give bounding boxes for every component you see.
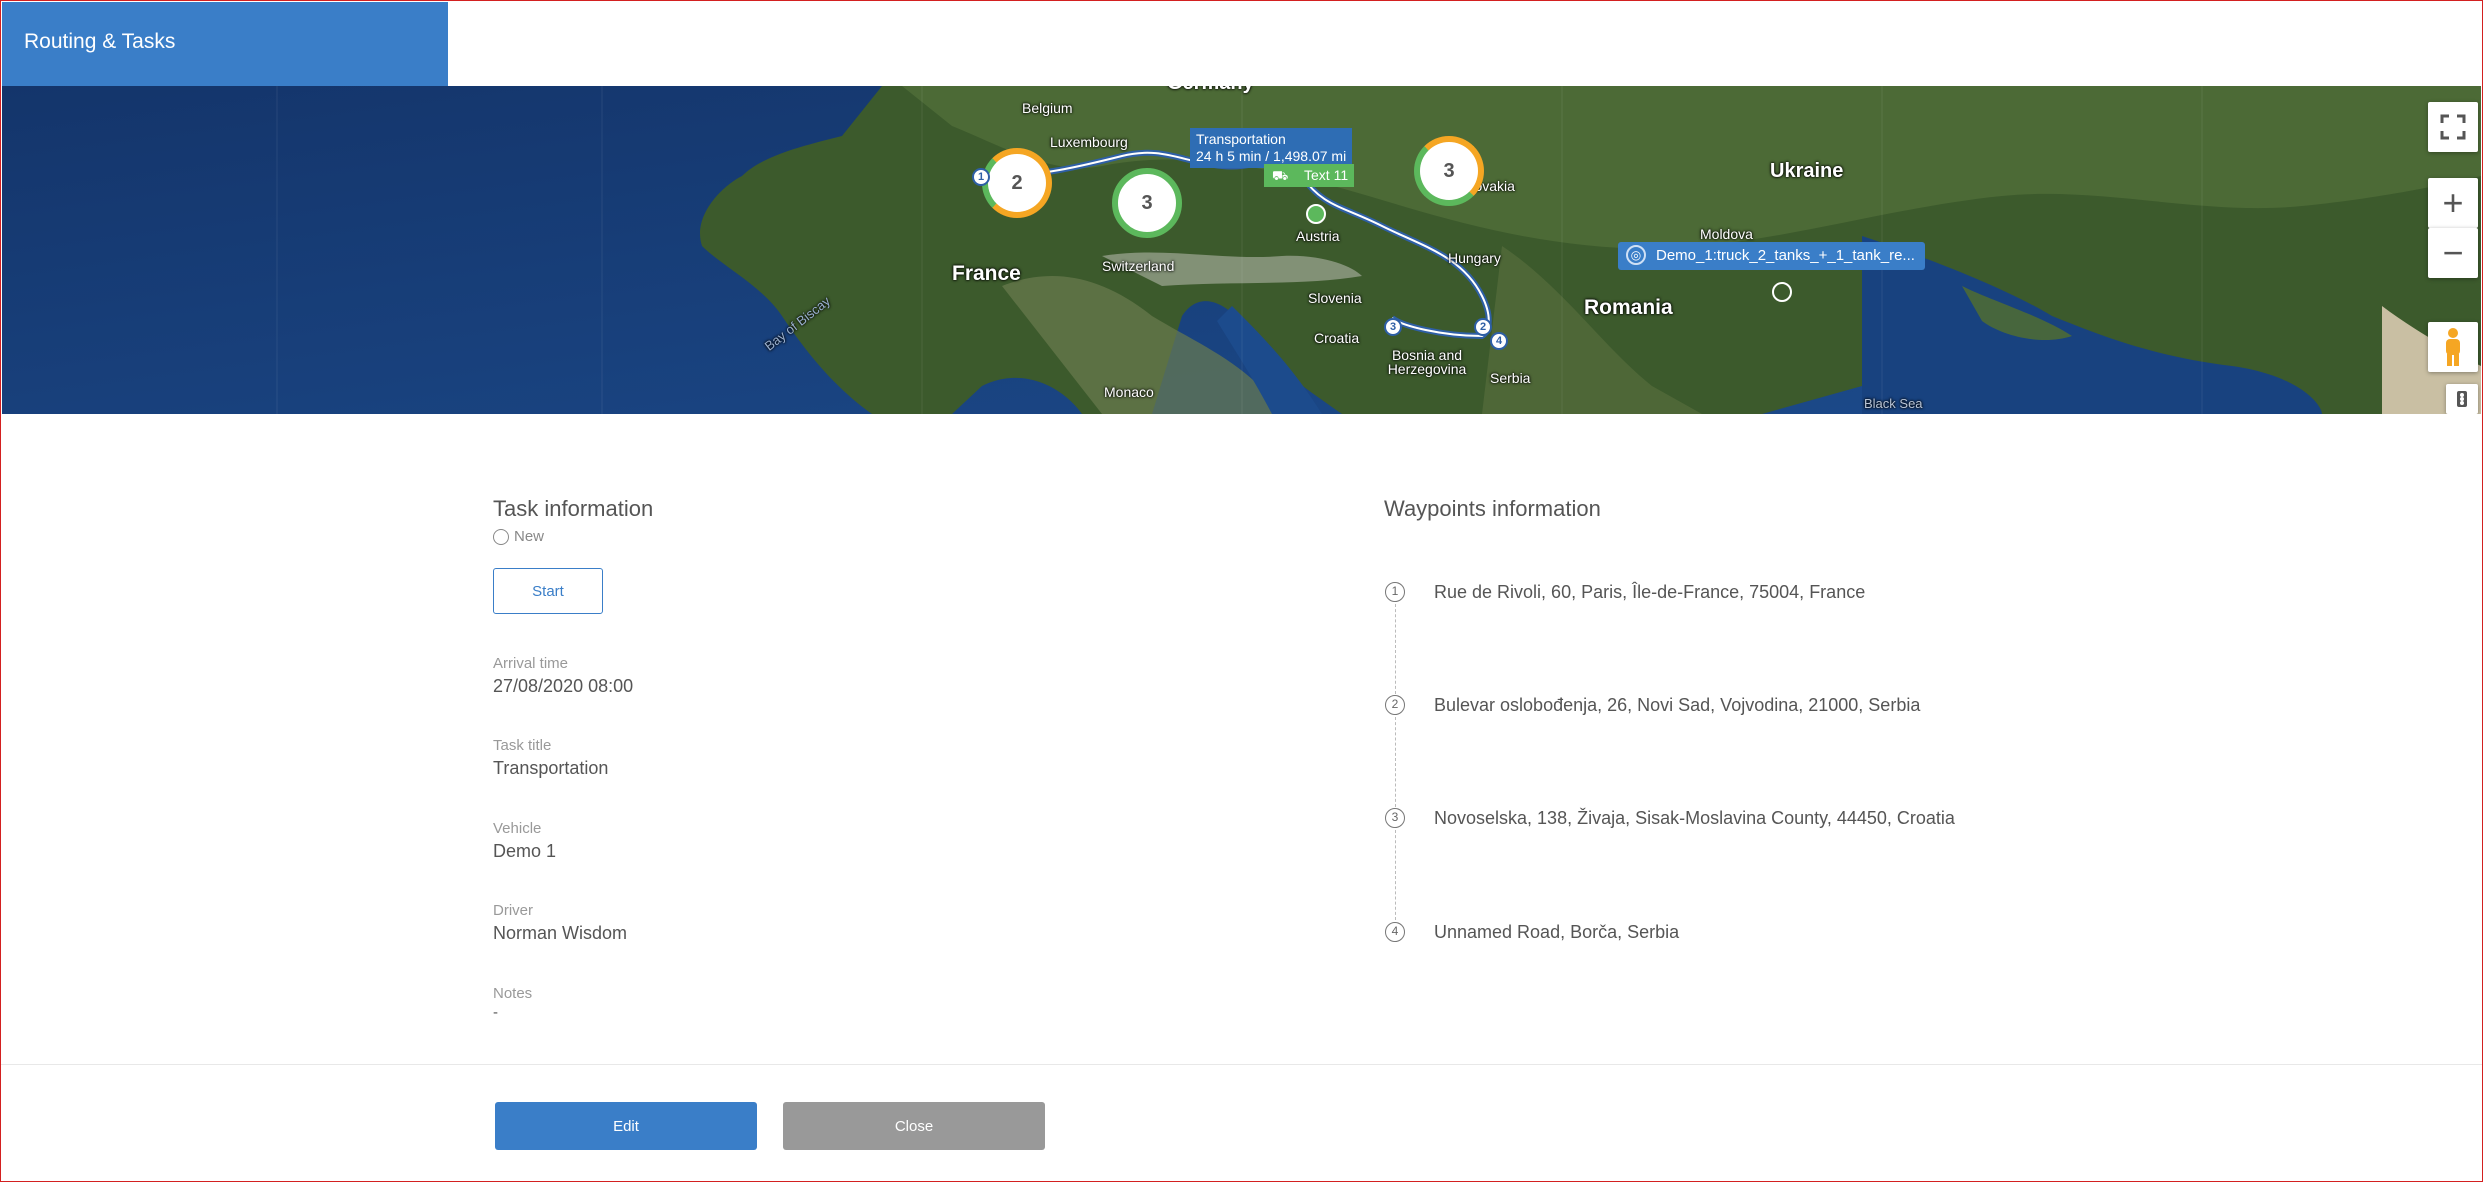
map-label-germany: Germany — [1167, 86, 1254, 95]
app-title: Routing & Tasks — [24, 30, 176, 53]
map-label-monaco: Monaco — [1104, 384, 1154, 400]
zoom-out-button[interactable]: − — [2428, 228, 2478, 278]
pegman-icon — [2446, 328, 2460, 366]
close-button[interactable]: Close — [783, 1102, 1045, 1150]
map-label-luxembourg: Luxembourg — [1050, 134, 1128, 150]
waypoint-number: 4 — [1385, 922, 1405, 942]
task-title-label: Task title — [493, 737, 552, 754]
task-status: New — [493, 528, 544, 545]
route-tooltip-detail: 24 h 5 min / 1,498.07 mi — [1196, 148, 1347, 164]
map-label-france: France — [952, 262, 1021, 285]
waypoint-marker[interactable]: 3 — [1384, 318, 1402, 336]
fullscreen-icon — [2440, 114, 2466, 140]
task-marker-text: Text 11 — [1304, 167, 1349, 183]
map-view[interactable]: Germany Belgium Luxembourg France Switze… — [2, 86, 2481, 414]
notes-label: Notes — [493, 985, 533, 1002]
top-bar: Routing & Tasks — [0, 0, 2483, 86]
driver-value: Norman Wisdom — [493, 923, 628, 943]
map-label-belgium: Belgium — [1022, 100, 1073, 116]
map-label-austria: Austria — [1296, 228, 1340, 244]
waypoint-address: Rue de Rivoli, 60, Paris, Île-de-France,… — [1434, 582, 1866, 602]
waypoint-address: Unnamed Road, Borča, Serbia — [1434, 922, 1680, 942]
map-label-hungary: Hungary — [1448, 250, 1501, 266]
map-label-romania: Romania — [1584, 296, 1673, 319]
fullscreen-button[interactable] — [2428, 102, 2478, 152]
task-info-title: Task information — [493, 496, 654, 521]
waypoints-info-title: Waypoints information — [1384, 496, 1601, 521]
footer-divider — [0, 1064, 2483, 1065]
steering-wheel-icon: ◎ — [1626, 245, 1646, 265]
edit-button[interactable]: Edit — [495, 1102, 757, 1150]
task-title-value: Transportation — [493, 758, 609, 778]
traffic-layer-button[interactable] — [2446, 384, 2478, 414]
map-label-switzerland: Switzerland — [1102, 258, 1175, 274]
app-title-block: Routing & Tasks — [2, 2, 448, 86]
map-cluster[interactable]: 2 — [982, 148, 1052, 218]
waypoint-connector — [1395, 830, 1396, 920]
arrival-time-label: Arrival time — [493, 655, 569, 672]
map-label-croatia: Croatia — [1314, 330, 1360, 346]
waypoint-marker[interactable]: 4 — [1490, 332, 1508, 350]
status-circle-icon — [493, 529, 509, 545]
truck-icon: ⛟ — [1272, 168, 1289, 183]
map-label-black-sea: Black Sea — [1864, 396, 1923, 411]
vehicle-value: Demo 1 — [493, 841, 557, 861]
map-label-ukraine: Ukraine — [1770, 160, 1844, 182]
waypoint-marker[interactable]: 2 — [1474, 318, 1492, 336]
driver-label: Driver — [493, 902, 533, 919]
map-cluster[interactable]: 3 — [1112, 168, 1182, 238]
arrival-time-value: 27/08/2020 08:00 — [493, 676, 634, 696]
map-label-serbia: Serbia — [1490, 370, 1531, 386]
waypoint-address: Novoselska, 138, Živaja, Sisak-Moslavina… — [1434, 808, 1955, 828]
task-marker-label[interactable]: ⛟ Text 11 — [1264, 164, 1355, 187]
waypoint-number: 3 — [1385, 808, 1405, 828]
map-label-moldova: Moldova — [1700, 226, 1753, 242]
start-button[interactable]: Start — [493, 568, 603, 614]
zoom-in-button[interactable]: + — [2428, 178, 2478, 228]
waypoint-number: 1 — [1385, 582, 1405, 602]
route-tooltip: Transportation 24 h 5 min / 1,498.07 mi — [1190, 128, 1353, 168]
vehicle-position-marker[interactable] — [1772, 282, 1792, 302]
waypoint-marker[interactable]: 1 — [972, 168, 990, 186]
street-view-button[interactable] — [2428, 322, 2478, 372]
task-status-text: New — [514, 528, 545, 545]
vehicle-label-text: Demo_1:truck_2_tanks_+_1_tank_re... — [1656, 247, 1915, 264]
waypoint-number: 2 — [1385, 695, 1405, 715]
map-label-bosnia: Bosnia and Herzegovina — [1387, 347, 1467, 377]
vehicle-label-field: Vehicle — [493, 820, 542, 837]
map-label-slovenia: Slovenia — [1308, 290, 1362, 306]
vehicle-label[interactable]: ◎ Demo_1:truck_2_tanks_+_1_tank_re... — [1618, 242, 1925, 270]
waypoint-connector — [1395, 717, 1396, 807]
traffic-light-icon — [2457, 391, 2467, 407]
waypoint-address: Bulevar oslobođenja, 26, Novi Sad, Vojvo… — [1434, 695, 1921, 715]
notes-value: - — [493, 1004, 498, 1021]
waypoint-connector — [1395, 604, 1396, 694]
task-marker-pin[interactable] — [1306, 204, 1326, 224]
map-cluster[interactable]: 3 — [1414, 136, 1484, 206]
route-tooltip-title: Transportation — [1196, 131, 1286, 147]
